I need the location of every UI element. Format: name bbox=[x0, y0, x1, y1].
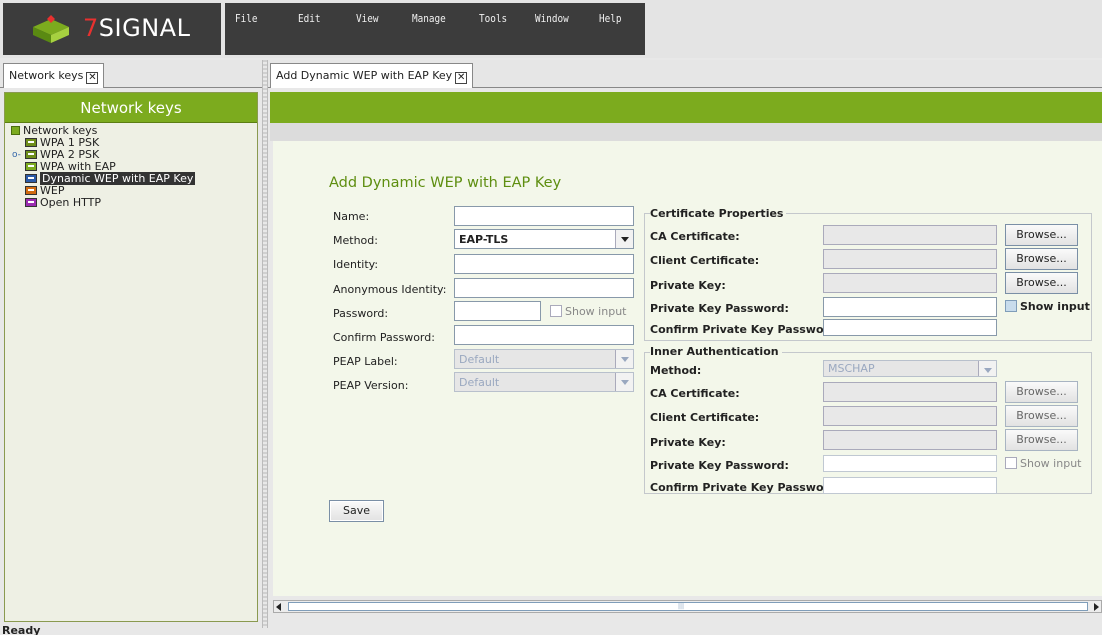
inner-authentication-legend: Inner Authentication bbox=[650, 345, 782, 358]
close-icon[interactable]: ✕ bbox=[455, 72, 468, 84]
panel-splitter[interactable] bbox=[262, 60, 268, 628]
tab-label: Add Dynamic WEP with EAP Key bbox=[276, 69, 453, 82]
checkbox-icon bbox=[550, 305, 562, 317]
tree-item-open-http[interactable]: Open HTTP bbox=[11, 197, 257, 209]
form-title: Add Dynamic WEP with EAP Key bbox=[329, 175, 562, 191]
brand-logo: 7SIGNAL bbox=[3, 3, 221, 55]
chevron-down-icon bbox=[978, 361, 996, 376]
chevron-down-icon bbox=[615, 350, 633, 368]
identity-input[interactable] bbox=[454, 254, 634, 274]
client-certificate-label: Client Certificate: bbox=[650, 254, 760, 267]
inner-method-label: Method: bbox=[650, 364, 702, 377]
tab-add-dynamic-wep[interactable]: Add Dynamic WEP with EAP Key ✕ bbox=[270, 63, 474, 88]
menu-tools[interactable]: Tools bbox=[479, 12, 507, 25]
connector-icon: o- bbox=[12, 150, 21, 160]
menu-bar: File Edit View Manage Tools Window Help bbox=[225, 3, 645, 55]
title-bar: 7SIGNAL File Edit View Manage Tools Wind… bbox=[0, 0, 1102, 58]
inner-browse-client-button[interactable]: Browse... bbox=[1005, 405, 1078, 427]
peap-label-label: PEAP Label: bbox=[333, 355, 398, 368]
show-password-checkbox[interactable]: Show input bbox=[550, 305, 626, 318]
grip-icon: ||| bbox=[678, 603, 685, 610]
peap-version-label: PEAP Version: bbox=[333, 379, 409, 392]
inner-method-select[interactable]: MSCHAP bbox=[823, 360, 997, 377]
private-key-input bbox=[823, 273, 997, 293]
anonymous-identity-input[interactable] bbox=[454, 278, 634, 298]
peap-version-select[interactable]: Default bbox=[454, 372, 634, 392]
method-select[interactable]: EAP-TLS bbox=[454, 229, 634, 249]
password-label: Password: bbox=[333, 307, 389, 320]
private-key-password-label: Private Key Password: bbox=[650, 302, 789, 315]
key-icon bbox=[25, 186, 37, 195]
tab-label: Network keys bbox=[9, 69, 84, 82]
show-private-key-password-checkbox[interactable]: Show input bbox=[1005, 300, 1090, 313]
scroll-left-icon[interactable] bbox=[276, 603, 281, 611]
key-icon bbox=[25, 162, 37, 171]
inner-private-key-password-label: Private Key Password: bbox=[650, 459, 789, 472]
save-button[interactable]: Save bbox=[329, 500, 384, 522]
inner-private-key-password-input[interactable] bbox=[823, 455, 997, 472]
key-icon bbox=[25, 198, 37, 207]
tab-network-keys[interactable]: Network keys ✕ bbox=[3, 63, 105, 88]
browse-ca-button[interactable]: Browse... bbox=[1005, 224, 1078, 246]
private-key-password-input[interactable] bbox=[823, 297, 997, 317]
panel-title: Network keys bbox=[5, 93, 257, 123]
logo-icon bbox=[33, 15, 69, 43]
inner-private-key-label: Private Key: bbox=[650, 436, 726, 449]
confirm-private-key-password-input[interactable] bbox=[823, 319, 997, 336]
key-icon bbox=[25, 174, 37, 183]
menu-view[interactable]: View bbox=[356, 12, 379, 25]
inner-confirm-private-key-password-label: Confirm Private Key Password: bbox=[650, 481, 842, 494]
key-icon bbox=[25, 138, 37, 147]
menu-window[interactable]: Window bbox=[535, 12, 569, 25]
ca-certificate-label: CA Certificate: bbox=[650, 230, 740, 243]
content-header-bar bbox=[270, 92, 1102, 123]
network-keys-tree: Network keys WPA 1 PSK o- WPA 2 PSK WPA w… bbox=[5, 123, 257, 209]
inner-private-key-input bbox=[823, 430, 997, 450]
folder-icon bbox=[11, 126, 20, 135]
confirm-password-label: Confirm Password: bbox=[333, 331, 435, 344]
chevron-down-icon bbox=[615, 373, 633, 391]
checkbox-icon bbox=[1005, 300, 1017, 312]
status-bar-text: Ready bbox=[2, 624, 41, 635]
menu-edit[interactable]: Edit bbox=[298, 12, 321, 25]
inner-confirm-private-key-password-input[interactable] bbox=[823, 477, 997, 494]
close-icon[interactable]: ✕ bbox=[86, 72, 99, 84]
key-icon bbox=[25, 150, 37, 159]
inner-ca-certificate-input bbox=[823, 382, 997, 402]
menu-help[interactable]: Help bbox=[599, 12, 622, 25]
inner-browse-private-key-button[interactable]: Browse... bbox=[1005, 429, 1078, 451]
anonymous-identity-label: Anonymous Identity: bbox=[333, 283, 447, 296]
browse-private-key-button[interactable]: Browse... bbox=[1005, 272, 1078, 294]
name-input[interactable] bbox=[454, 206, 634, 226]
confirm-private-key-password-label: Confirm Private Key Password: bbox=[650, 323, 842, 336]
menu-file[interactable]: File bbox=[235, 12, 258, 25]
inner-ca-certificate-label: CA Certificate: bbox=[650, 387, 740, 400]
client-certificate-input bbox=[823, 249, 997, 269]
menu-manage[interactable]: Manage bbox=[412, 12, 446, 25]
confirm-password-input[interactable] bbox=[454, 325, 634, 345]
left-tab-bar: Network keys ✕ bbox=[0, 60, 262, 88]
scrollbar-thumb[interactable] bbox=[288, 602, 1088, 611]
scroll-right-icon[interactable] bbox=[1094, 603, 1099, 611]
peap-label-select[interactable]: Default bbox=[454, 349, 634, 369]
checkbox-icon bbox=[1005, 457, 1017, 469]
identity-label: Identity: bbox=[333, 258, 379, 271]
inner-browse-ca-button[interactable]: Browse... bbox=[1005, 381, 1078, 403]
right-tab-bar: Add Dynamic WEP with EAP Key ✕ bbox=[268, 60, 1102, 88]
browse-client-button[interactable]: Browse... bbox=[1005, 248, 1078, 270]
ca-certificate-input bbox=[823, 225, 997, 245]
private-key-label: Private Key: bbox=[650, 279, 726, 292]
password-input[interactable] bbox=[454, 301, 541, 321]
brand-name: 7SIGNAL bbox=[83, 14, 191, 42]
name-label: Name: bbox=[333, 210, 370, 223]
inner-show-input-checkbox[interactable]: Show input bbox=[1005, 457, 1081, 470]
network-keys-panel: Network keys Network keys WPA 1 PSK o- WP… bbox=[4, 92, 258, 622]
content-toolbar-strip bbox=[270, 123, 1102, 141]
horizontal-scrollbar[interactable]: ||| bbox=[273, 600, 1102, 613]
method-label: Method: bbox=[333, 234, 378, 247]
chevron-down-icon bbox=[615, 230, 633, 248]
inner-client-certificate-label: Client Certificate: bbox=[650, 411, 760, 424]
inner-client-certificate-input bbox=[823, 406, 997, 426]
certificate-properties-legend: Certificate Properties bbox=[650, 207, 787, 220]
